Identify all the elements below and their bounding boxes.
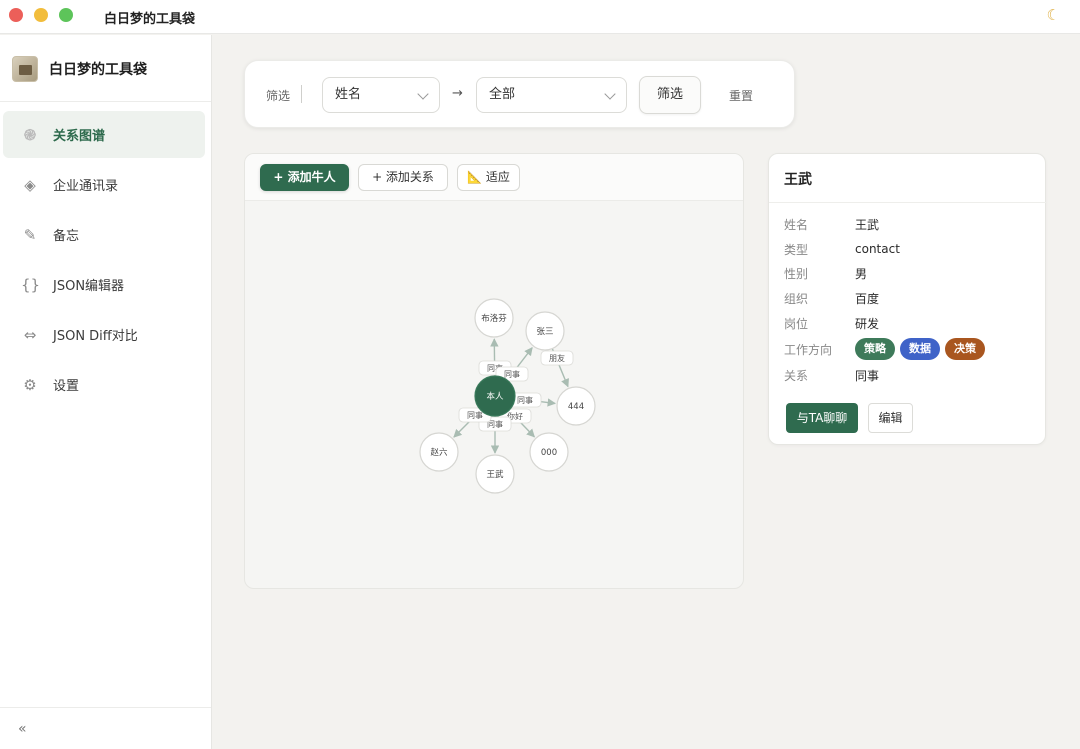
field-key: 姓名: [784, 217, 809, 232]
window-title: 白日梦的工具袋: [104, 12, 196, 27]
tag-strategy: 策略: [855, 338, 895, 360]
moon-icon[interactable]: ☾: [1047, 6, 1060, 24]
sidebar-item-settings[interactable]: ⚙ 设置: [3, 361, 205, 408]
svg-text:王武: 王武: [486, 469, 504, 480]
field-key: 岗位: [784, 316, 809, 331]
field-key: 组织: [784, 291, 809, 306]
sidebar-nav: ֎ 关系图谱 ◈ 企业通讯录 ✎ 备忘 {} JSON编辑器 ⇔ JSON Di…: [3, 111, 205, 411]
minimize-window-button[interactable]: [34, 8, 48, 22]
add-person-button[interactable]: + 添加牛人: [260, 164, 349, 191]
filter-value-select[interactable]: 全部: [476, 77, 627, 113]
sidebar-item-json-editor[interactable]: {} JSON编辑器: [3, 261, 205, 308]
gear-icon: ⚙: [23, 375, 37, 394]
svg-text:赵六: 赵六: [430, 447, 448, 458]
sidebar-item-label: 设置: [53, 379, 80, 394]
field-key: 关系: [784, 368, 809, 383]
diff-arrows-icon: ⇔: [23, 325, 37, 344]
svg-text:张三: 张三: [536, 327, 553, 337]
field-value: 研发: [855, 316, 880, 331]
graph-toolbar: + 添加牛人 + 添加关系 📐 适应: [245, 154, 743, 201]
field-value: 王武: [855, 217, 880, 232]
braces-icon: {}: [21, 275, 41, 294]
chevron-down-icon: [604, 88, 616, 100]
reset-button[interactable]: 重置: [729, 87, 753, 104]
graph-node-zhaoliu[interactable]: 赵六: [419, 432, 459, 472]
sidebar-item-label: 企业通讯录: [53, 179, 119, 194]
graph-node-n000[interactable]: 000: [529, 432, 569, 472]
maximize-window-button[interactable]: [59, 8, 73, 22]
tag-decision: 决策: [945, 338, 985, 360]
field-key: 类型: [784, 242, 809, 257]
sidebar-item-label: JSON Diff对比: [53, 329, 138, 344]
tag-list: 策略 数据 决策: [855, 338, 990, 360]
brand-name: 白日梦的工具袋: [49, 62, 147, 78]
divider: [0, 707, 211, 708]
divider: [769, 202, 1047, 203]
field-value: 同事: [855, 368, 880, 383]
edge-label: 朋友: [540, 350, 574, 366]
detail-row-relation: 关系 同事: [784, 366, 879, 384]
filter-label: 筛选: [266, 89, 291, 103]
graph-node-bulofen[interactable]: 布洛芬: [474, 298, 514, 338]
divider: [0, 101, 211, 102]
contact-detail-panel: 王武 姓名 王武 类型 contact 性别 男 组织 百度 岗位 研发 工作方…: [768, 153, 1047, 445]
detail-row-name: 姓名 王武: [784, 215, 879, 233]
sidebar-item-label: 关系图谱: [53, 129, 106, 144]
detail-row-work-direction: 工作方向 策略 数据 决策: [784, 337, 990, 361]
detail-row-position: 岗位 研发: [784, 314, 879, 332]
arrow-right-icon: →: [452, 86, 463, 101]
graph-node-self[interactable]: 本人: [474, 375, 516, 417]
field-key: 工作方向: [784, 342, 833, 357]
detail-title: 王武: [784, 172, 812, 188]
fit-view-button[interactable]: 📐 适应: [457, 164, 520, 191]
edit-button[interactable]: 编辑: [868, 403, 913, 433]
svg-text:同事: 同事: [467, 410, 483, 420]
brand: 白日梦的工具袋: [12, 55, 147, 83]
relation-graph-panel: + 添加牛人 + 添加关系 📐 适应 同事 同事 朋友 同事 你好 同事 同事 本人 布洛芬 张三…: [244, 153, 744, 589]
divider: [301, 85, 302, 103]
graph-node-n444[interactable]: 444: [556, 386, 596, 426]
sidebar-item-directory[interactable]: ◈ 企业通讯录: [3, 161, 205, 208]
web-icon: ֎: [23, 125, 37, 144]
app-logo-icon: [12, 56, 38, 82]
filter-value-value: 全部: [489, 87, 516, 102]
graph-node-wangwu[interactable]: 王武: [475, 454, 515, 494]
add-relation-button[interactable]: + 添加关系: [358, 164, 448, 191]
detail-row-type: 类型 contact: [784, 240, 900, 258]
chat-button[interactable]: 与TA聊聊: [786, 403, 858, 433]
sidebar-item-label: 备忘: [53, 229, 80, 244]
svg-text:本人: 本人: [486, 391, 504, 402]
filter-bar: 筛选 姓名 → 全部 筛选 重置: [244, 60, 795, 128]
filter-button[interactable]: 筛选: [639, 76, 701, 114]
svg-text:同事: 同事: [517, 395, 533, 405]
svg-text:444: 444: [568, 402, 584, 412]
field-value: 男: [855, 266, 868, 281]
close-window-button[interactable]: [9, 8, 23, 22]
tag-data: 数据: [900, 338, 940, 360]
svg-text:朋友: 朋友: [549, 353, 565, 363]
svg-text:布洛芬: 布洛芬: [481, 313, 507, 324]
filter-field-select[interactable]: 姓名: [322, 77, 440, 113]
collapse-sidebar-button[interactable]: «: [18, 721, 27, 737]
diamond-icon: ◈: [24, 175, 36, 194]
graph-node-zhangsan[interactable]: 张三: [525, 311, 565, 351]
field-value: contact: [855, 242, 900, 256]
svg-text:同事: 同事: [504, 369, 520, 379]
sidebar-item-relation-graph[interactable]: ֎ 关系图谱: [3, 111, 205, 158]
sidebar-item-label: JSON编辑器: [53, 279, 125, 294]
sidebar-item-json-diff[interactable]: ⇔ JSON Diff对比: [3, 311, 205, 358]
sidebar-item-memo[interactable]: ✎ 备忘: [3, 211, 205, 258]
sidebar: 白日梦的工具袋 ֎ 关系图谱 ◈ 企业通讯录 ✎ 备忘 {} JSON编辑器 ⇔…: [0, 35, 212, 749]
filter-field-value: 姓名: [335, 87, 362, 102]
field-value: 百度: [855, 291, 880, 306]
chevron-down-icon: [417, 88, 429, 100]
relation-graph-canvas[interactable]: 同事同事朋友同事你好同事同事本人布洛芬张三444000王武赵六: [245, 202, 744, 589]
window-titlebar: 白日梦的工具袋 ☾: [0, 0, 1080, 34]
svg-text:000: 000: [541, 448, 557, 458]
detail-row-gender: 性别 男: [784, 264, 867, 282]
field-key: 性别: [784, 266, 809, 281]
detail-row-org: 组织 百度: [784, 289, 879, 307]
pencil-icon: ✎: [23, 225, 37, 244]
